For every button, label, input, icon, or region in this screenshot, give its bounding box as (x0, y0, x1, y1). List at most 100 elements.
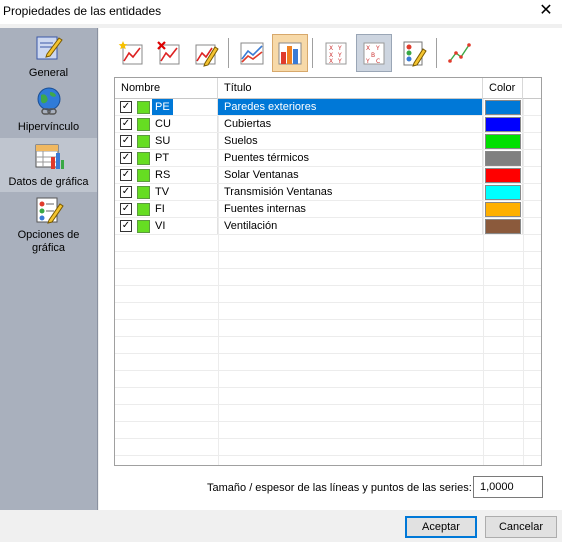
color-swatch[interactable] (485, 100, 521, 115)
empty-row (115, 303, 541, 320)
table-row[interactable]: ✓ PE Paredes exteriores (115, 99, 541, 116)
table-row[interactable]: ✓ CU Cubiertas (115, 116, 541, 133)
color-swatch[interactable] (485, 151, 521, 166)
sidebar-item-datos-grafica[interactable]: Datos de gráfica (0, 138, 97, 192)
line-chart-icon (240, 42, 264, 65)
table-row[interactable]: ✓ FI Fuentes internas (115, 201, 541, 218)
series-color-cell[interactable] (483, 218, 523, 234)
svg-text:Y: Y (337, 58, 342, 65)
series-title-cell[interactable]: Suelos (218, 133, 483, 149)
legend-edit-button[interactable] (396, 34, 432, 72)
column-header-nombre[interactable]: Nombre (115, 78, 218, 99)
series-checkbox[interactable]: ✓ (120, 220, 132, 232)
xy-table-icon: X Y X Y X Y (325, 42, 347, 65)
series-code: SU (155, 135, 171, 147)
column-header-color[interactable]: Color (483, 78, 523, 99)
series-checkbox[interactable]: ✓ (120, 186, 132, 198)
series-checkbox[interactable]: ✓ (120, 101, 132, 113)
series-code: VI (155, 220, 166, 232)
new-series-button[interactable] (114, 34, 150, 72)
row-filler (523, 133, 541, 149)
sidebar-item-hipervinculo[interactable]: Hipervínculo (0, 86, 97, 136)
legend-edit-icon (403, 41, 427, 67)
series-checkbox[interactable]: ✓ (120, 118, 132, 130)
svg-text:C: C (376, 58, 380, 65)
sidebar-item-opciones-grafica[interactable]: Opciones de gráfica (0, 194, 97, 260)
series-checkbox[interactable]: ✓ (120, 169, 132, 181)
series-marker (137, 203, 150, 216)
empty-row (115, 388, 541, 405)
series-name-cell: ✓ FI (115, 201, 218, 217)
scatter-line-button[interactable] (442, 34, 478, 72)
pencil-notepad-icon (36, 36, 63, 60)
bar-chart-button[interactable] (272, 34, 308, 72)
sidebar-item-label: Hipervínculo (17, 121, 80, 133)
edit-series-icon (195, 44, 219, 67)
series-title-cell[interactable]: Solar Ventanas (218, 167, 483, 183)
empty-row (115, 371, 541, 388)
xy-table-button[interactable]: X Y X Y X Y (318, 34, 354, 72)
series-color-cell[interactable] (483, 167, 523, 183)
series-name-cell: ✓ PT (115, 150, 218, 166)
series-title-cell[interactable]: Ventilación (218, 218, 483, 234)
empty-row (115, 405, 541, 422)
empty-row (115, 235, 541, 252)
empty-row (115, 439, 541, 456)
cancel-button[interactable]: Cancelar (485, 516, 557, 538)
table-row[interactable]: ✓ PT Puentes térmicos (115, 150, 541, 167)
row-filler (523, 218, 541, 234)
color-swatch[interactable] (485, 134, 521, 149)
edit-series-button[interactable] (188, 34, 224, 72)
line-size-label: Tamaño / espesor de las líneas y puntos … (207, 482, 472, 494)
line-size-input[interactable]: 1,0000 (473, 476, 543, 498)
series-title-cell[interactable]: Cubiertas (218, 116, 483, 132)
series-checkbox[interactable]: ✓ (120, 203, 132, 215)
xyz-table-button[interactable]: X Y B Y C (356, 34, 392, 72)
series-color-cell[interactable] (483, 133, 523, 149)
series-name-cell: ✓ VI (115, 218, 218, 234)
main-panel: X Y X Y X Y X Y B Y C Nombre Título Colo… (99, 28, 562, 510)
column-header-filler (523, 78, 541, 99)
series-color-cell[interactable] (483, 99, 523, 115)
toolbar-separator (436, 38, 437, 68)
table-row[interactable]: ✓ SU Suelos (115, 133, 541, 150)
accept-button[interactable]: Aceptar (405, 516, 477, 538)
color-swatch[interactable] (485, 168, 521, 183)
series-color-cell[interactable] (483, 150, 523, 166)
series-color-cell[interactable] (483, 116, 523, 132)
table-row[interactable]: ✓ RS Solar Ventanas (115, 167, 541, 184)
series-title-cell[interactable]: Transmisión Ventanas (218, 184, 483, 200)
delete-series-button[interactable] (151, 34, 187, 72)
series-color-cell[interactable] (483, 201, 523, 217)
series-code: TV (155, 186, 170, 198)
series-checkbox[interactable]: ✓ (120, 152, 132, 164)
row-filler (523, 167, 541, 183)
sidebar-item-label: Opciones de gráfica (17, 229, 80, 254)
series-title-cell[interactable]: Paredes exteriores (218, 99, 483, 115)
series-name-cell: ✓ TV (115, 184, 218, 200)
color-swatch[interactable] (485, 117, 521, 132)
close-icon[interactable]: ✕ (538, 2, 554, 20)
series-title-cell[interactable]: Puentes térmicos (218, 150, 483, 166)
column-header-titulo[interactable]: Título (218, 78, 483, 99)
series-code: FI (155, 203, 165, 215)
series-color-cell[interactable] (483, 184, 523, 200)
empty-row (115, 286, 541, 303)
row-filler (523, 184, 541, 200)
sidebar-item-general[interactable]: General (0, 32, 97, 82)
svg-text:B: B (371, 52, 375, 59)
series-checkbox[interactable]: ✓ (120, 135, 132, 147)
color-swatch[interactable] (485, 185, 521, 200)
empty-row (115, 354, 541, 371)
toolbar-separator (312, 38, 313, 68)
line-chart-button[interactable] (234, 34, 270, 72)
svg-text:X: X (366, 45, 370, 52)
series-title-cell[interactable]: Fuentes internas (218, 201, 483, 217)
color-swatch[interactable] (485, 219, 521, 234)
delete-series-icon (157, 41, 180, 65)
table-row[interactable]: ✓ TV Transmisión Ventanas (115, 184, 541, 201)
table-row[interactable]: ✓ VI Ventilación (115, 218, 541, 235)
series-name-cell: ✓ CU (115, 116, 218, 132)
series-marker (137, 152, 150, 165)
color-swatch[interactable] (485, 202, 521, 217)
